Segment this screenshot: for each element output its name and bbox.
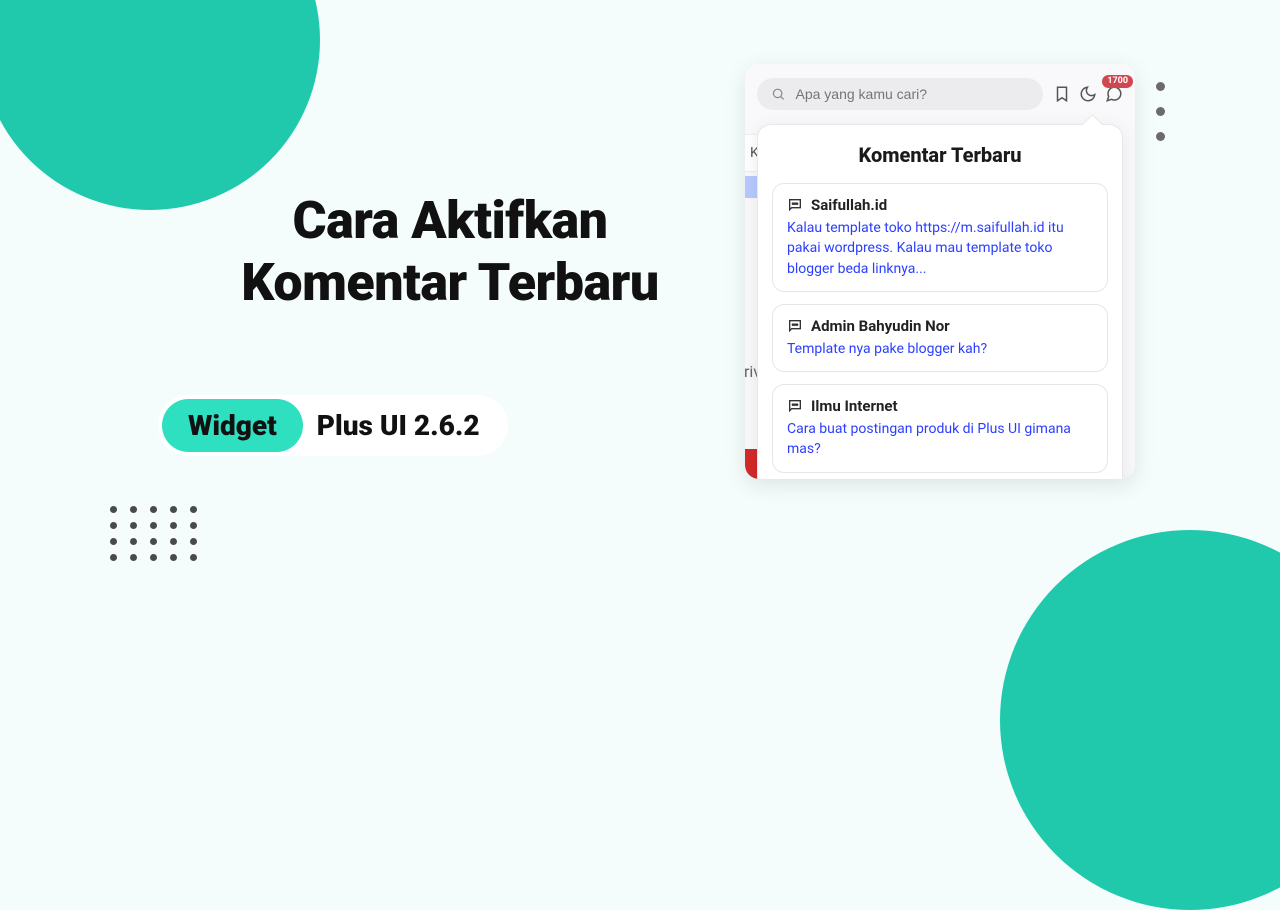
comment-author: Admin Bahyudin Nor	[811, 317, 950, 335]
comment-author: Saifullah.id	[811, 196, 887, 214]
search-input[interactable]	[795, 86, 1029, 102]
comment-author: Ilmu Internet	[811, 397, 898, 415]
widget-badge: Widget	[162, 399, 303, 452]
decorative-circle-top	[0, 0, 320, 210]
version-text: Plus UI 2.6.2	[303, 409, 504, 442]
comment-body: Kalau template toko https://m.saifullah.…	[787, 218, 1093, 279]
search-icon	[771, 86, 785, 102]
comment-item[interactable]: Ilmu Internet Cara buat postingan produk…	[772, 384, 1108, 473]
decorative-vertical-dots	[1156, 82, 1165, 141]
comment-icon	[787, 197, 803, 213]
dropdown-title: Komentar Terbaru	[772, 143, 1108, 167]
comment-body: Cara buat postingan produk di Plus UI gi…	[787, 419, 1093, 460]
search-field-wrap[interactable]	[757, 78, 1043, 110]
chat-icon[interactable]: 1700	[1105, 85, 1123, 103]
version-pill: Widget Plus UI 2.6.2	[158, 395, 508, 456]
moon-icon[interactable]	[1079, 85, 1097, 103]
heading-line-1: Cara Aktifkan	[292, 190, 607, 251]
comment-icon	[787, 398, 803, 414]
comment-item[interactable]: Admin Bahyudin Nor Template nya pake blo…	[772, 304, 1108, 372]
decorative-dot-grid	[110, 506, 210, 570]
widget-preview: Ke priva 1700 Koment	[745, 64, 1135, 479]
search-bar: 1700	[757, 78, 1123, 110]
heading-line-2: Komentar Terbaru	[241, 252, 658, 313]
bookmark-icon[interactable]	[1053, 85, 1071, 103]
comments-dropdown: Komentar Terbaru Saifullah.id Kalau temp…	[757, 124, 1123, 479]
comment-count-badge: 1700	[1102, 75, 1133, 88]
decorative-circle-bottom	[1000, 530, 1280, 910]
main-heading: Cara Aktifkan Komentar Terbaru	[190, 190, 710, 315]
comment-icon	[787, 318, 803, 334]
comment-item[interactable]: Saifullah.id Kalau template toko https:/…	[772, 183, 1108, 292]
comment-body: Template nya pake blogger kah?	[787, 339, 1093, 359]
